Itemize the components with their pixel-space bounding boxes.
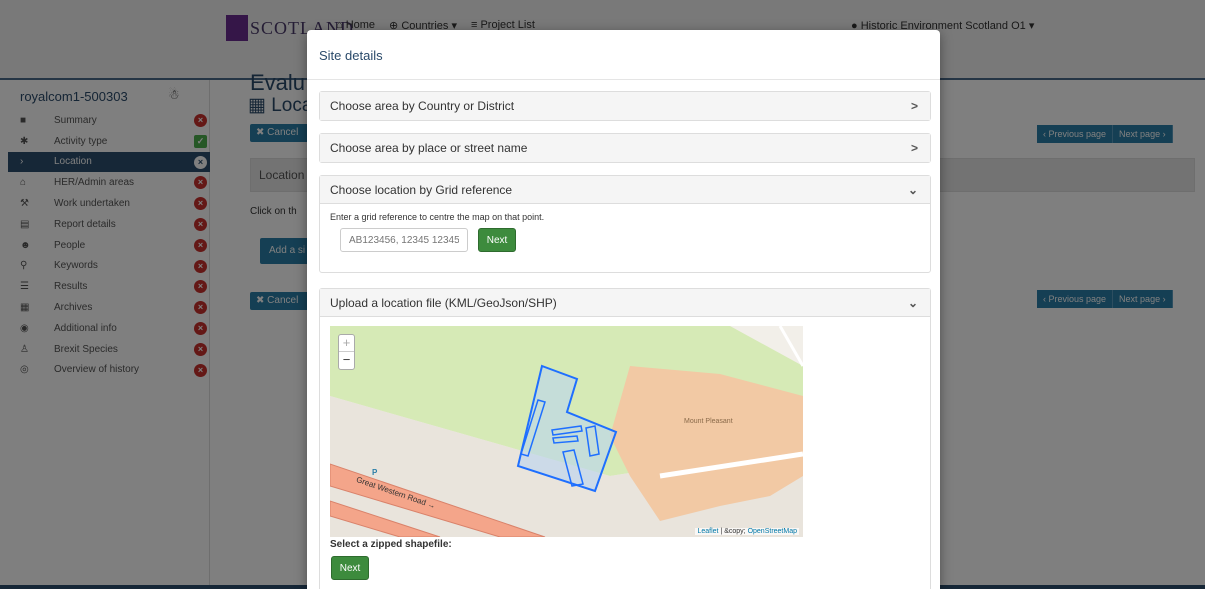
accordion-title: Choose area by Country or District	[330, 99, 515, 113]
chevron-right-icon: >	[910, 141, 918, 155]
map-attribution: Leaflet | &copy; OpenStreetMap	[695, 528, 799, 535]
poi-label: Mount Pleasant	[684, 418, 733, 425]
chevron-down-icon: ⌄	[907, 296, 918, 310]
accordion-title: Choose area by place or street name	[330, 141, 528, 155]
accordion-header-upload-file[interactable]: Upload a location file (KML/GeoJson/SHP)…	[320, 289, 930, 317]
accordion-place-street: Choose area by place or street name >	[319, 133, 931, 163]
grid-reference-body: Enter a grid reference to centre the map…	[320, 204, 930, 272]
leaflet-link[interactable]: Leaflet	[697, 528, 718, 535]
modal-title: Site details	[307, 30, 940, 80]
chevron-right-icon: >	[910, 99, 918, 113]
shapefile-next-button[interactable]: Next	[331, 556, 369, 580]
chevron-down-icon: ⌄	[907, 183, 918, 197]
zoom-out-button[interactable]: −	[339, 352, 354, 369]
accordion-header-place-street[interactable]: Choose area by place or street name >	[320, 134, 930, 162]
grid-reference-help: Enter a grid reference to centre the map…	[330, 212, 545, 222]
map-tiles	[330, 326, 803, 537]
location-map[interactable]: + − Mount Pleasant P Great Western Road …	[330, 326, 803, 537]
accordion-grid-reference: Choose location by Grid reference ⌄ Ente…	[319, 175, 931, 273]
site-details-modal: Site details Choose area by Country or D…	[307, 30, 940, 589]
osm-link[interactable]: OpenStreetMap	[748, 528, 797, 535]
grid-reference-input[interactable]	[340, 228, 468, 252]
attribution-separator: | &copy;	[718, 528, 748, 535]
accordion-header-grid-reference[interactable]: Choose location by Grid reference ⌄	[320, 176, 930, 204]
grid-next-button[interactable]: Next	[478, 228, 516, 252]
accordion-title: Choose location by Grid reference	[330, 183, 513, 197]
zoom-control: + −	[338, 334, 355, 370]
zoom-in-button[interactable]: +	[339, 335, 354, 352]
shapefile-label: Select a zipped shapefile:	[330, 539, 452, 550]
accordion-header-country-district[interactable]: Choose area by Country or District >	[320, 92, 930, 120]
accordion-title: Upload a location file (KML/GeoJson/SHP)	[330, 296, 557, 310]
parking-icon: P	[372, 468, 378, 477]
accordion-country-district: Choose area by Country or District >	[319, 91, 931, 121]
